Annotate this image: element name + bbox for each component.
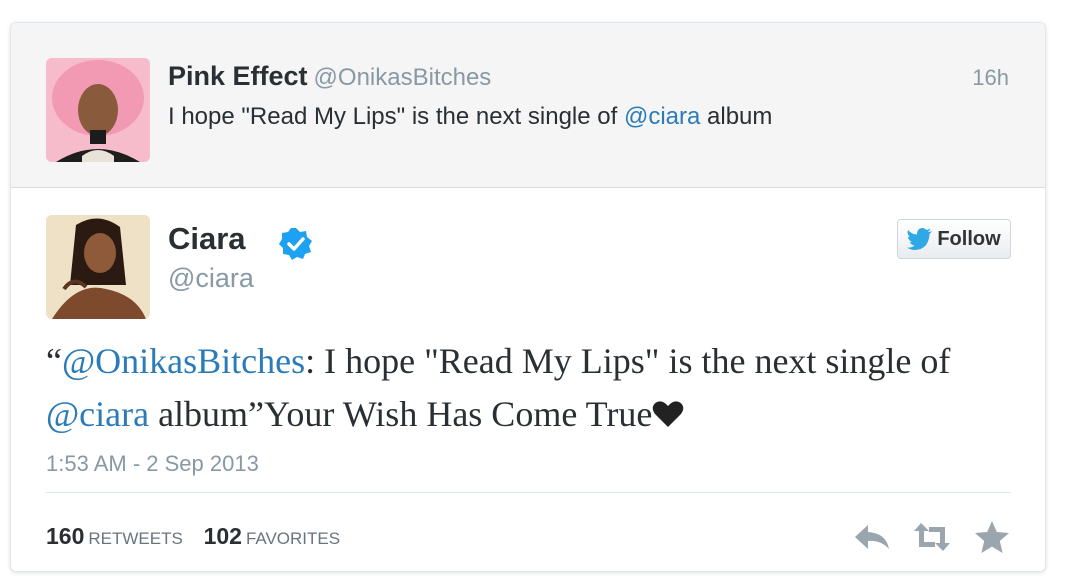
follow-button[interactable]: Follow: [897, 219, 1011, 259]
favorite-star-icon[interactable]: [973, 519, 1011, 555]
parent-tweet[interactable]: Pink Effect @OnikasBitches 16h I hope "Re…: [11, 23, 1045, 188]
tweet-stats: 160 RETWEETS 102 FAVORITES: [46, 523, 356, 550]
follow-label: Follow: [937, 227, 1001, 250]
author-handle[interactable]: @ciara: [168, 263, 254, 294]
tweet-actions: [853, 519, 1011, 555]
tweet-card: Pink Effect @OnikasBitches 16h I hope "Re…: [10, 22, 1046, 572]
tweet-text-part2: album”Your Wish Has Come True: [149, 394, 653, 434]
tweet-text-part1: : I hope "Read My Lips" is the next sing…: [305, 341, 951, 381]
quote-open: “: [46, 341, 62, 381]
avatar-pink-effect[interactable]: [46, 58, 150, 162]
parent-author: Pink Effect @OnikasBitches: [168, 61, 491, 92]
retweet-icon[interactable]: [913, 519, 951, 555]
retweets-label: RETWEETS: [88, 529, 183, 548]
parent-text-after: album: [700, 103, 773, 130]
twitter-bird-icon: [907, 228, 933, 250]
tweet-timestamp[interactable]: 1:53 AM - 2 Sep 2013: [46, 451, 259, 477]
parent-author-name[interactable]: Pink Effect: [168, 61, 308, 91]
parent-timestamp[interactable]: 16h: [972, 65, 1009, 91]
mention-link[interactable]: @ciara: [624, 103, 700, 130]
mention-link-onikasbitches[interactable]: @OnikasBitches: [62, 341, 305, 381]
favorites-count: 102: [203, 523, 242, 549]
verified-badge-icon: [279, 228, 312, 260]
heart-icon: [653, 401, 684, 427]
retweets-stat[interactable]: 160 RETWEETS: [46, 523, 183, 549]
divider: [46, 492, 1011, 493]
reply-icon[interactable]: [853, 519, 891, 555]
retweets-count: 160: [46, 523, 85, 549]
tweet-text: “@OnikasBitches: I hope "Read My Lips" i…: [46, 335, 1006, 441]
author-name[interactable]: Ciara: [168, 221, 246, 257]
favorites-stat[interactable]: 102 FAVORITES: [204, 523, 341, 549]
favorites-label: FAVORITES: [245, 529, 341, 548]
parent-tweet-text: I hope "Read My Lips" is the next single…: [168, 103, 772, 131]
parent-author-handle[interactable]: @OnikasBitches: [314, 64, 492, 91]
mention-link-ciara[interactable]: @ciara: [46, 394, 149, 434]
parent-text-before: I hope "Read My Lips" is the next single…: [168, 103, 624, 130]
avatar-ciara[interactable]: [46, 215, 150, 319]
